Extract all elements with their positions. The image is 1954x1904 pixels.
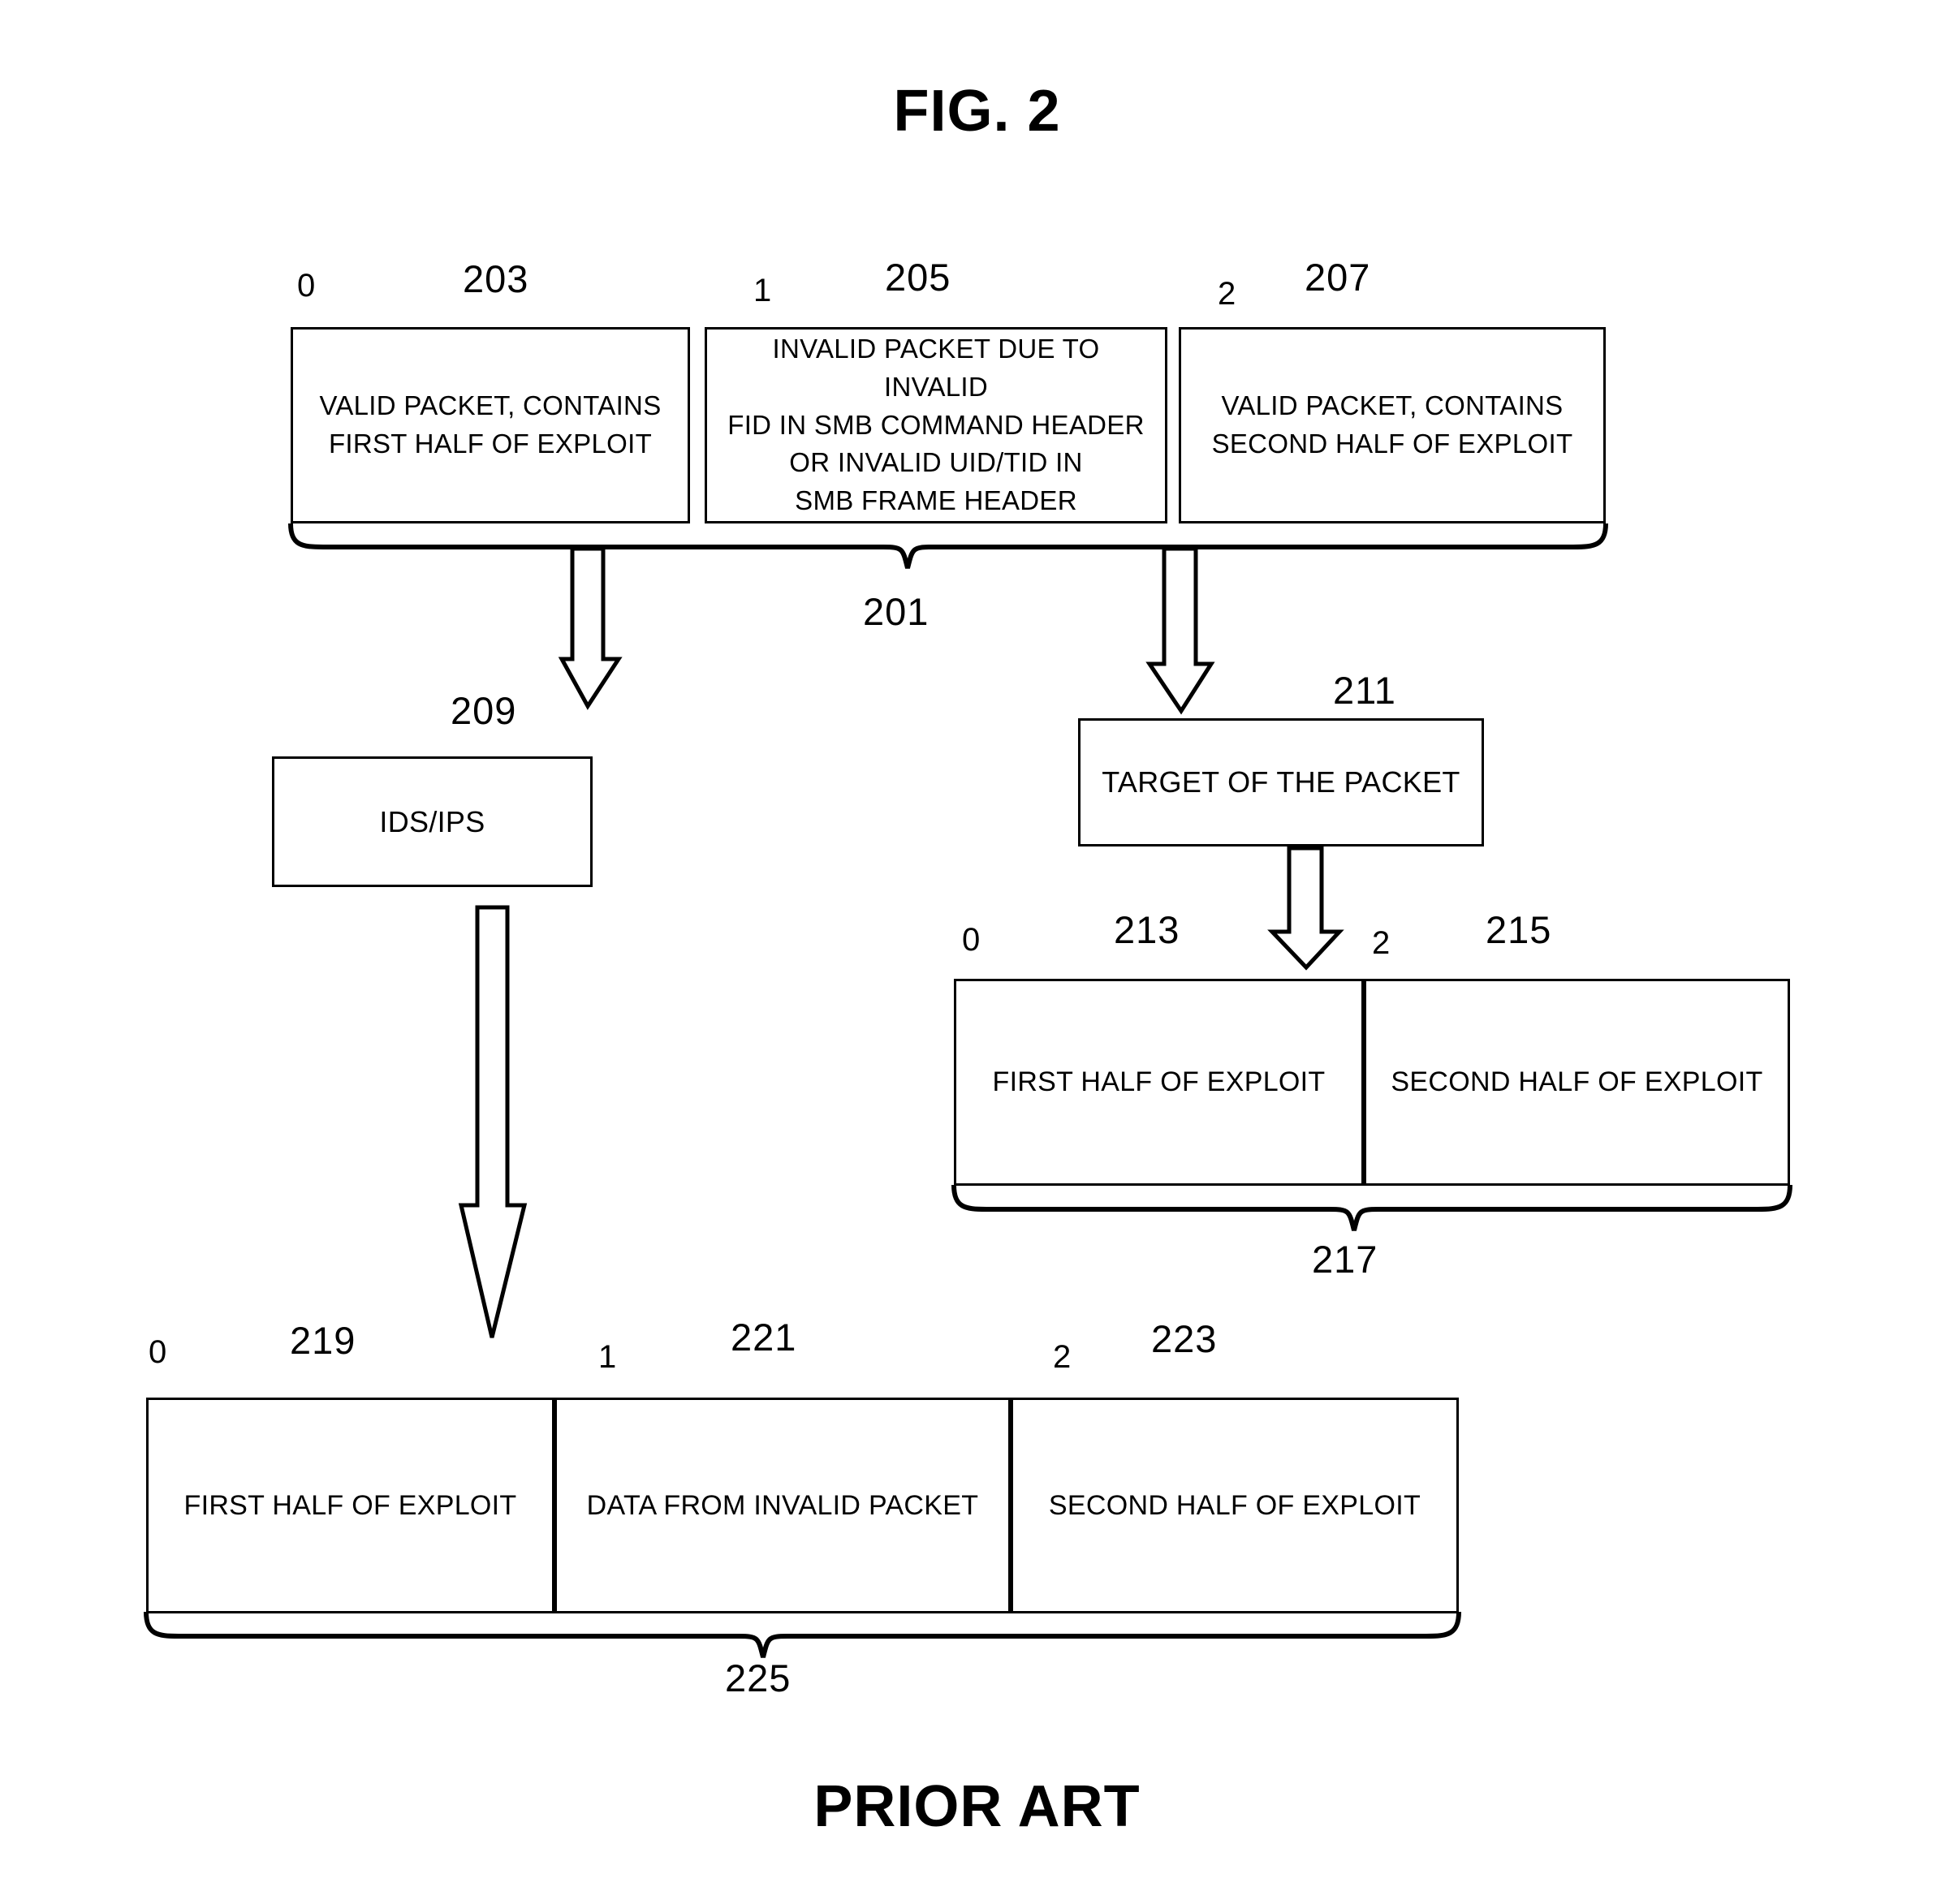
index-label-221: 1 bbox=[598, 1339, 617, 1375]
figure-title: FIG. 2 bbox=[893, 79, 1061, 144]
target-of-packet-box: TARGET OF THE PACKET bbox=[1078, 718, 1484, 846]
index-label-223: 2 bbox=[1053, 1339, 1072, 1375]
index-label-205: 1 bbox=[753, 273, 772, 308]
reference-numeral-219: 219 bbox=[290, 1319, 356, 1362]
arrow-to-target bbox=[1145, 546, 1215, 715]
patent-figure-canvas: FIG. 2 0 203 1 205 2 207 VALID PACKET, C… bbox=[0, 0, 1954, 1904]
reference-numeral-221: 221 bbox=[731, 1316, 797, 1359]
reference-numeral-211: 211 bbox=[1333, 669, 1396, 712]
reference-numeral-205: 205 bbox=[885, 256, 951, 299]
packet-box-203: VALID PACKET, CONTAINS FIRST HALF OF EXPL… bbox=[291, 327, 690, 523]
prior-art-label: PRIOR ART bbox=[813, 1774, 1141, 1839]
reference-numeral-201: 201 bbox=[863, 590, 930, 633]
index-label-203: 0 bbox=[297, 268, 316, 304]
index-label-207: 2 bbox=[1218, 276, 1236, 312]
ids-ips-label: IDS/IPS bbox=[379, 804, 485, 838]
brace-225 bbox=[144, 1611, 1461, 1658]
reassembled-box-219-label: FIRST HALF OF EXPLOIT bbox=[183, 1489, 517, 1521]
reassembled-box-221: DATA FROM INVALID PACKET bbox=[554, 1398, 1011, 1613]
brace-217 bbox=[951, 1184, 1792, 1231]
index-label-215: 2 bbox=[1372, 925, 1391, 961]
packet-box-205: INVALID PACKET DUE TO INVALID FID IN SMB … bbox=[705, 327, 1167, 523]
arrow-target-to-exploit-row bbox=[1267, 846, 1344, 971]
reference-numeral-215: 215 bbox=[1486, 908, 1552, 951]
reference-numeral-207: 207 bbox=[1305, 256, 1371, 299]
exploit-box-213: FIRST HALF OF EXPLOIT bbox=[954, 979, 1364, 1186]
index-label-219: 0 bbox=[149, 1334, 167, 1370]
packet-box-207-label: VALID PACKET, CONTAINS SECOND HALF OF EXP… bbox=[1211, 390, 1573, 459]
arrow-to-ids-ips bbox=[558, 546, 623, 710]
reassembled-box-221-label: DATA FROM INVALID PACKET bbox=[586, 1489, 979, 1521]
packet-box-205-label: INVALID PACKET DUE TO INVALID FID IN SMB … bbox=[727, 333, 1145, 516]
reference-numeral-209: 209 bbox=[451, 689, 517, 732]
reference-numeral-213: 213 bbox=[1114, 908, 1180, 951]
reassembled-box-219: FIRST HALF OF EXPLOIT bbox=[146, 1398, 554, 1613]
reference-numeral-203: 203 bbox=[463, 257, 529, 300]
index-label-213: 0 bbox=[962, 922, 981, 958]
reassembled-box-223: SECOND HALF OF EXPLOIT bbox=[1011, 1398, 1459, 1613]
exploit-box-215-label: SECOND HALF OF EXPLOIT bbox=[1391, 1066, 1763, 1098]
reference-numeral-225: 225 bbox=[725, 1656, 792, 1699]
reference-numeral-217: 217 bbox=[1312, 1238, 1378, 1281]
target-of-packet-label: TARGET OF THE PACKET bbox=[1102, 765, 1460, 799]
exploit-box-213-label: FIRST HALF OF EXPLOIT bbox=[992, 1066, 1326, 1098]
packet-box-207: VALID PACKET, CONTAINS SECOND HALF OF EXP… bbox=[1179, 327, 1606, 523]
brace-201 bbox=[288, 523, 1608, 569]
exploit-box-215: SECOND HALF OF EXPLOIT bbox=[1364, 979, 1790, 1186]
ids-ips-box: IDS/IPS bbox=[272, 756, 593, 887]
reassembled-box-223-label: SECOND HALF OF EXPLOIT bbox=[1048, 1489, 1421, 1521]
packet-box-203-label: VALID PACKET, CONTAINS FIRST HALF OF EXPL… bbox=[319, 390, 662, 459]
reference-numeral-223: 223 bbox=[1151, 1317, 1218, 1360]
arrow-ids-ips-to-reassembled-row bbox=[458, 905, 528, 1338]
